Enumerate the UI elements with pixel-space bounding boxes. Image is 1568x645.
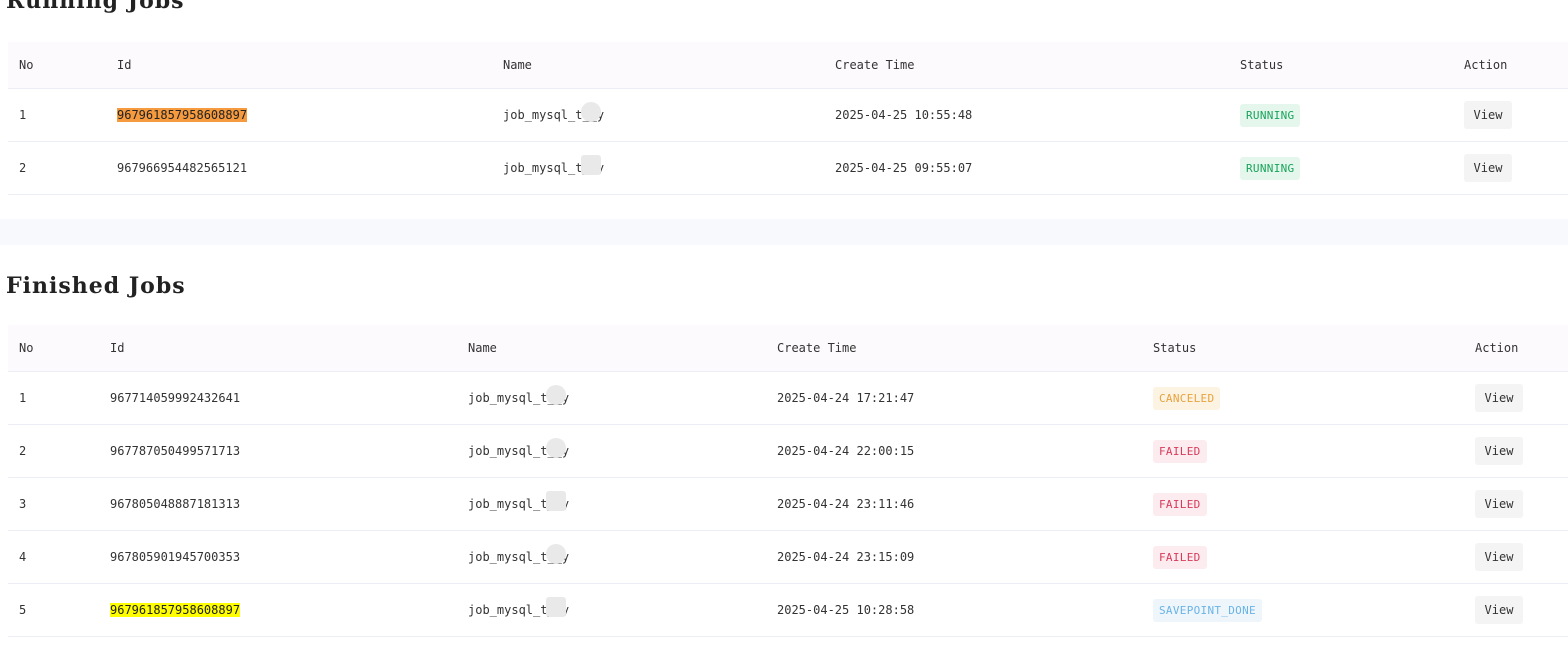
row-name-cell: job_mysql_t__y [492,141,824,195]
column-header-create-time: Create Time [766,325,1142,372]
row-create-time: 2025-04-25 10:55:48 [824,88,1229,142]
row-name-cell: job_mysql_t__y [492,88,824,142]
row-action-cell: View [1464,424,1568,478]
view-button[interactable]: View [1475,437,1523,465]
running-jobs-table: No Id Name Create Time Status Action 1 9… [8,42,1568,195]
column-header-status: Status [1142,325,1464,372]
row-create-time: 2025-04-24 23:15:09 [766,530,1142,584]
row-status-cell: RUNNING [1229,141,1453,195]
row-action-cell: View [1464,477,1568,531]
row-create-time: 2025-04-25 10:28:58 [766,583,1142,637]
job-id-highlighted: 967961857958608897 [110,603,241,617]
row-no: 3 [8,477,99,531]
table-header-row: No Id Name Create Time Status Action [8,325,1568,372]
job-id-highlighted: 967961857958608897 [117,108,248,122]
row-id: 967805048887181313 [99,477,457,531]
table-row: 4 967805901945700353 job_mysql_t__y 2025… [8,530,1568,584]
row-action-cell: View [1464,371,1568,425]
row-id-cell: 967961857958608897 [99,583,457,637]
table-row: 2 967966954482565121 job_mysql_t__y 2025… [8,141,1568,195]
redaction-blur [581,155,601,175]
finished-jobs-title: Finished Jobs [6,273,186,299]
redaction-blur [546,438,566,458]
row-no: 4 [8,530,99,584]
view-button[interactable]: View [1475,543,1523,571]
row-status-cell: RUNNING [1229,88,1453,142]
status-badge: RUNNING [1240,156,1301,180]
column-header-name: Name [457,325,766,372]
row-create-time: 2025-04-25 09:55:07 [824,141,1229,195]
table-row: 2 967787050499571713 job_mysql_t__y 2025… [8,424,1568,478]
section-divider [0,219,1568,245]
row-name-cell: job_mysql_t__y [457,371,766,425]
row-status-cell: FAILED [1142,477,1464,531]
row-action-cell: View [1453,88,1568,142]
redaction-blur [546,597,566,617]
row-name-cell: job_mysql_t__y [457,477,766,531]
view-button[interactable]: View [1475,490,1523,518]
row-create-time: 2025-04-24 22:00:15 [766,424,1142,478]
row-status-cell: SAVEPOINT_DONE [1142,583,1464,637]
column-header-no: No [8,325,99,372]
redaction-blur [546,491,566,511]
column-header-create-time: Create Time [824,42,1229,89]
row-action-cell: View [1464,583,1568,637]
status-badge: SAVEPOINT_DONE [1153,598,1262,622]
row-no: 2 [8,141,106,195]
job-name: job_mysql_t__y [468,544,569,564]
table-row: 5 967961857958608897 job_mysql_t__y 2025… [8,583,1568,637]
redaction-blur [546,544,566,564]
finished-jobs-table: No Id Name Create Time Status Action 1 9… [8,325,1568,637]
column-header-id: Id [99,325,457,372]
redaction-blur [581,102,601,122]
row-name-cell: job_mysql_t__y [457,424,766,478]
row-name-cell: job_mysql_t__y [457,583,766,637]
row-name-cell: job_mysql_t__y [457,530,766,584]
column-header-action: Action [1453,42,1568,89]
table-row: 1 967961857958608897 job_mysql_t__y 2025… [8,88,1568,142]
view-button[interactable]: View [1475,384,1523,412]
row-id-cell: 967961857958608897 [106,88,492,142]
row-create-time: 2025-04-24 17:21:47 [766,371,1142,425]
status-badge: FAILED [1153,545,1207,569]
status-badge: FAILED [1153,492,1207,516]
column-header-id: Id [106,42,492,89]
row-no: 1 [8,88,106,142]
row-no: 5 [8,583,99,637]
redaction-blur [546,385,566,405]
row-create-time: 2025-04-24 23:11:46 [766,477,1142,531]
status-badge: CANCELED [1153,386,1221,410]
row-action-cell: View [1453,141,1568,195]
row-action-cell: View [1464,530,1568,584]
table-row: 1 967714059992432641 job_mysql_t__y 2025… [8,371,1568,425]
row-status-cell: CANCELED [1142,371,1464,425]
row-no: 2 [8,424,99,478]
status-badge: FAILED [1153,439,1207,463]
row-no: 1 [8,371,99,425]
row-id: 967787050499571713 [99,424,457,478]
view-button[interactable]: View [1464,101,1512,129]
job-name: job_mysql_t__y [468,385,569,405]
column-header-status: Status [1229,42,1453,89]
status-badge: RUNNING [1240,103,1301,127]
row-status-cell: FAILED [1142,530,1464,584]
row-status-cell: FAILED [1142,424,1464,478]
job-name: job_mysql_t__y [468,491,569,511]
view-button[interactable]: View [1464,154,1512,182]
column-header-no: No [8,42,106,89]
job-name: job_mysql_t__y [503,155,604,175]
row-id: 967805901945700353 [99,530,457,584]
job-name: job_mysql_t__y [468,597,569,617]
running-jobs-title: Running Jobs [6,0,185,14]
view-button[interactable]: View [1475,596,1523,624]
column-header-action: Action [1464,325,1568,372]
table-row: 3 967805048887181313 job_mysql_t__y 2025… [8,477,1568,531]
column-header-name: Name [492,42,824,89]
row-id: 967714059992432641 [99,371,457,425]
job-name: job_mysql_t__y [468,438,569,458]
table-header-row: No Id Name Create Time Status Action [8,42,1568,89]
job-name: job_mysql_t__y [503,102,604,122]
row-id: 967966954482565121 [106,141,492,195]
